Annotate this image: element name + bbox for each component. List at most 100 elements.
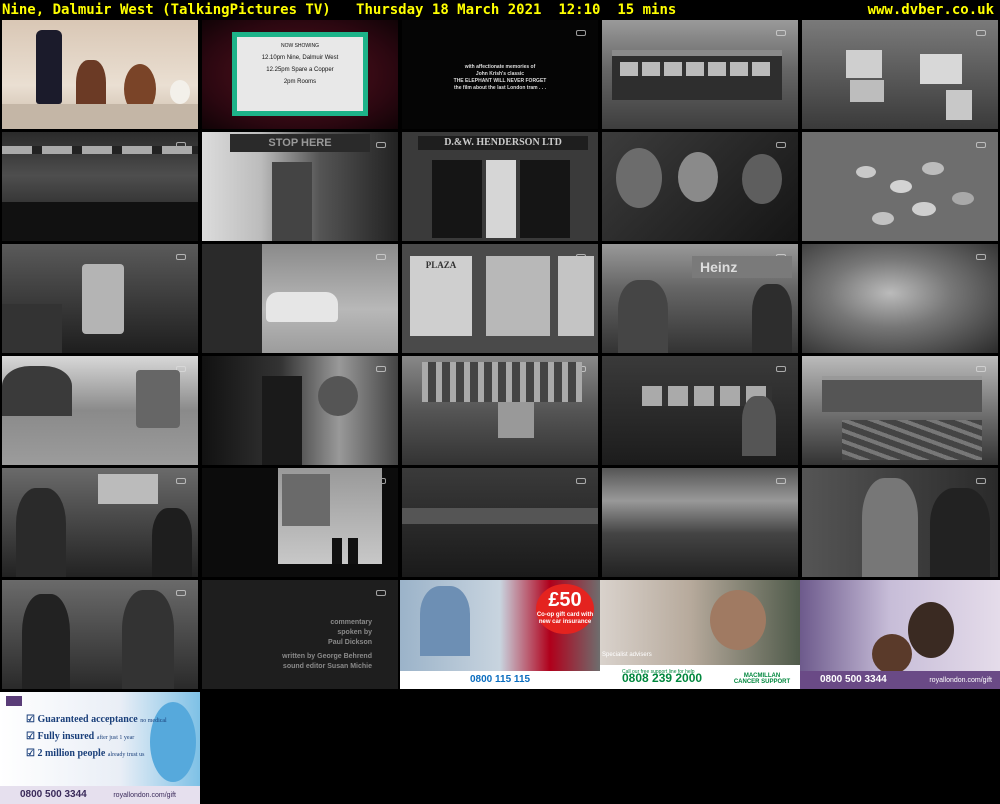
coop-ad-image: £50 Co-op gift card with new car insuran… (400, 580, 600, 689)
channel-logo-icon (376, 142, 386, 148)
thumbnail-8[interactable]: D.&W. HENDERSON LTD (402, 132, 598, 241)
royal-london-site: royallondon.com/gift (929, 677, 992, 684)
passengers-image (602, 132, 798, 241)
royal-london-balloons-image: ☑ Guaranteed acceptance no medical ☑ Ful… (0, 692, 200, 804)
doorway-image (202, 468, 398, 577)
listing-1: 12.10pm Nine, Dalmuir West (261, 55, 339, 61)
thumbnail-4[interactable] (602, 20, 798, 129)
thumbnail-26[interactable] (2, 580, 198, 689)
cinema-screen-image: NOW SHOWING 12.10pm Nine, Dalmuir West 1… (202, 20, 398, 129)
macmillan-ad-image: Specialist advisers Call our free suppor… (600, 580, 800, 689)
channel-logo-icon (376, 590, 386, 596)
check-item-1-note: no medical (140, 718, 167, 724)
broadcast-date: Thursday 18 March 2021 (356, 2, 542, 18)
thumbnail-11[interactable] (2, 244, 198, 353)
thumbnail-13[interactable]: PLAZA (402, 244, 598, 353)
coop-offer-text: Co-op gift card with new car insurance (536, 612, 594, 625)
thumbnail-3[interactable]: with affectionate memories of John Krish… (402, 20, 598, 129)
channel-logo-icon (176, 590, 186, 596)
thumbnail-31[interactable]: ☑ Guaranteed acceptance no medical ☑ Ful… (0, 692, 200, 804)
channel-logo-icon (776, 478, 786, 484)
royal-london-ad-image: 0800 500 3344 royallondon.com/gift (800, 580, 1000, 689)
thumbnail-12[interactable] (202, 244, 398, 353)
credits-line-3: Paul Dickson (328, 639, 372, 646)
thumbnail-10[interactable] (802, 132, 998, 241)
car-street-image (202, 244, 398, 353)
thumbnail-15[interactable] (802, 244, 998, 353)
thumbnail-1[interactable] (2, 20, 198, 129)
channel-logo-icon (576, 478, 586, 484)
thumbnail-14[interactable]: Heinz (602, 244, 798, 353)
credits-line-2: spoken by (337, 629, 372, 636)
macmillan-phone: 0808 239 2000 (622, 671, 703, 685)
thumbnail-24[interactable] (602, 468, 798, 577)
heinz-tram-image: Heinz (602, 244, 798, 353)
site-link[interactable]: www.dvber.co.uk (868, 0, 994, 20)
thumbnail-16[interactable] (2, 356, 198, 465)
henderson-gate-image: D.&W. HENDERSON LTD (402, 132, 598, 241)
cocktail-image (2, 20, 198, 129)
channel-logo-icon (576, 30, 586, 36)
channel-logo-icon (976, 366, 986, 372)
tram-street-image (602, 20, 798, 129)
thumbnail-9[interactable] (602, 132, 798, 241)
plaza-label: PLAZA (425, 260, 457, 270)
credits-text: commentary spoken by Paul Dickson writte… (202, 618, 398, 672)
credits-line-4: written by George Behrend (282, 653, 372, 660)
plaza-posters-image: PLAZA (402, 244, 598, 353)
thumbnail-grid: NOW SHOWING 12.10pm Nine, Dalmuir West 1… (0, 20, 1000, 804)
thumbnail-22[interactable] (202, 468, 398, 577)
coop-offer-amount: £50 (548, 589, 582, 611)
coop-offer-badge: £50 Co-op gift card with new car insuran… (536, 584, 594, 634)
royal-london-checklist: ☑ Guaranteed acceptance no medical ☑ Ful… (0, 708, 200, 759)
tram-interior-image (602, 356, 798, 465)
header-info: Nine, Dalmuir West (TalkingPictures TV) … (2, 0, 676, 20)
thumbnail-7[interactable]: STOP HERE (202, 132, 398, 241)
check-item-1: ☑ Guaranteed acceptance no medical (26, 714, 167, 725)
channel-logo-icon (776, 30, 786, 36)
thumbnail-25[interactable] (802, 468, 998, 577)
thumbnail-17[interactable] (202, 356, 398, 465)
station-hall-image (402, 356, 598, 465)
plaza-poster: PLAZA (410, 256, 472, 336)
thumbnail-20[interactable] (802, 356, 998, 465)
check-item-2-note: after just 1 year (96, 735, 135, 741)
cinema-screen: NOW SHOWING 12.10pm Nine, Dalmuir West 1… (232, 32, 368, 116)
macmillan-tag: Specialist advisers (602, 652, 652, 658)
thumbnail-2[interactable]: NOW SHOWING 12.10pm Nine, Dalmuir West 1… (202, 20, 398, 129)
royal-london-phone: 0800 500 3344 (820, 674, 887, 685)
couple-image (802, 468, 998, 577)
channel-logo-icon (376, 254, 386, 260)
thumbnail-6[interactable] (2, 132, 198, 241)
motion-blur-image (602, 468, 798, 577)
thumbnail-5[interactable] (802, 20, 998, 129)
thumbnail-30[interactable]: 0800 500 3344 royallondon.com/gift (800, 580, 1000, 689)
macmillan-brand: MACMILLAN CANCER SUPPORT (733, 673, 791, 685)
channel-logo-icon (976, 142, 986, 148)
check-item-3-label: 2 million people (37, 748, 106, 759)
thumbnail-29[interactable]: Specialist advisers Call our free suppor… (600, 580, 800, 689)
stop-sign-image: STOP HERE (202, 132, 398, 241)
listing-3: 2pm Rooms (283, 79, 317, 85)
thumbnail-21[interactable] (2, 468, 198, 577)
channel-logo-icon (976, 478, 986, 484)
thumbnail-27[interactable]: commentary spoken by Paul Dickson writte… (202, 580, 398, 689)
coins-image (802, 132, 998, 241)
title-line-3: THE ELEPHANT WILL NEVER FORGET (453, 78, 547, 84)
thumbnail-23[interactable] (402, 468, 598, 577)
thumbnail-18[interactable] (402, 356, 598, 465)
channel-logo-icon (776, 366, 786, 372)
royal-london-site-2: royallondon.com/gift (113, 792, 176, 799)
channel-logo-icon (176, 478, 186, 484)
stop-here-sign: STOP HERE (230, 134, 370, 152)
dance-image (2, 580, 198, 689)
check-item-2-label: Fully insured (37, 731, 95, 742)
now-showing-label: NOW SHOWING (280, 43, 320, 49)
staff-room-image (2, 468, 198, 577)
check-item-3: ☑ 2 million people already trust us (26, 748, 145, 759)
woman-closeup-image (802, 244, 998, 353)
channel-logo-icon (176, 254, 186, 260)
thumbnail-28[interactable]: £50 Co-op gift card with new car insuran… (400, 580, 600, 689)
channel-logo-icon (976, 30, 986, 36)
thumbnail-19[interactable] (602, 356, 798, 465)
